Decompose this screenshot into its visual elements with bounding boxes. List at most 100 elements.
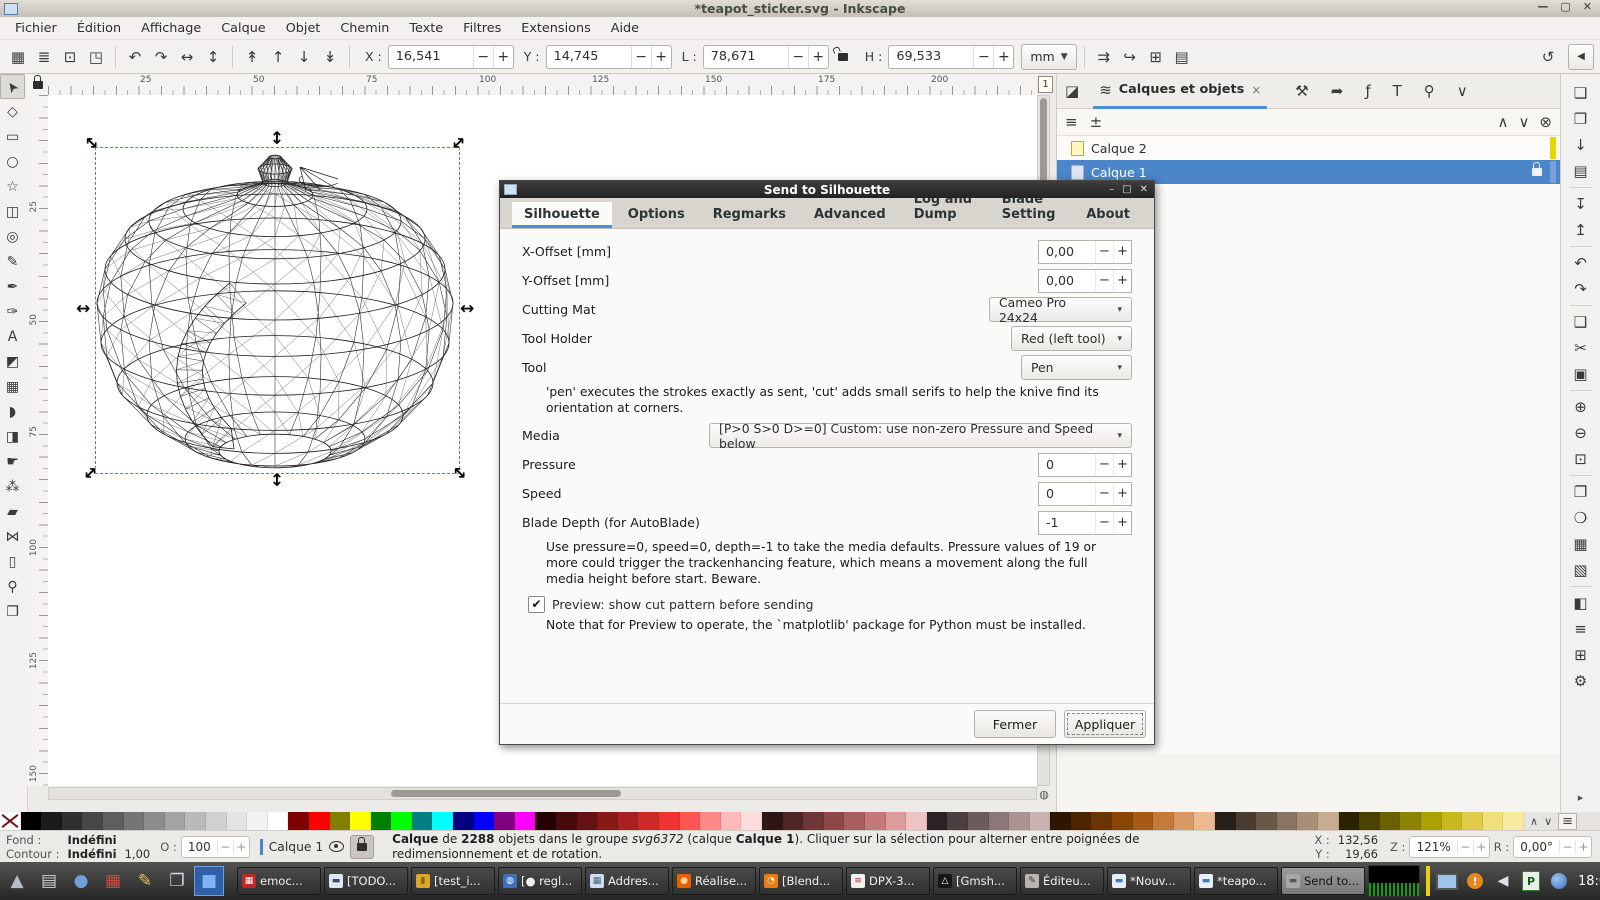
swatch-28[interactable] (597, 812, 618, 830)
swatch-51[interactable] (1071, 812, 1092, 830)
swatch-40[interactable] (844, 812, 865, 830)
swatch-57[interactable] (1194, 812, 1215, 830)
save-document-icon[interactable]: ↓ (1568, 132, 1594, 158)
mesh-gradient-tool[interactable]: ▦ (0, 374, 25, 399)
print-icon[interactable]: ▤ (1568, 158, 1594, 184)
dialog-spin-speed[interactable]: 0−+ (1038, 482, 1132, 506)
dialog-select-tool-holder[interactable]: Red (left tool)▾ (1011, 326, 1132, 351)
menu-chemin[interactable]: Chemin (331, 18, 398, 39)
selector-tool[interactable]: ➤ (0, 74, 25, 99)
clock[interactable]: 18:04 (1578, 874, 1600, 889)
swatch-50[interactable] (1050, 812, 1071, 830)
taskbar-window-button[interactable]: ◍[● regl... (498, 867, 582, 895)
spin-plus-button[interactable]: + (1113, 512, 1131, 534)
swatch-13[interactable] (288, 812, 309, 830)
swatch-33[interactable] (700, 812, 721, 830)
zoom-tool[interactable]: ⚲ (0, 574, 25, 599)
text-dialog-icon[interactable]: T (1393, 82, 1402, 100)
network-icon[interactable] (1548, 870, 1570, 892)
export-dialog-icon[interactable]: ➦ (1331, 82, 1344, 100)
swatch-22[interactable] (474, 812, 495, 830)
fill-value[interactable]: Indéfini (67, 833, 116, 847)
add-layer-icon[interactable]: ± (1090, 113, 1103, 131)
zoom-page-icon[interactable]: ⊡ (1568, 446, 1594, 472)
updates-warning-icon[interactable]: ! (1464, 870, 1486, 892)
swatch-65[interactable] (1359, 812, 1380, 830)
cpu-graph-applet[interactable] (1368, 865, 1420, 897)
fill-stroke-icon[interactable]: ◧ (1568, 590, 1594, 616)
unit-dropdown[interactable]: mm▼ (1021, 44, 1076, 70)
dialog-tab-silhouette[interactable]: Silhouette (512, 202, 612, 228)
swatch-61[interactable] (1277, 812, 1298, 830)
menu-calque[interactable]: Calque (212, 18, 274, 39)
swatch-18[interactable] (391, 812, 412, 830)
select-all-icon[interactable]: ▦ (6, 45, 30, 69)
pages-tool[interactable]: ▯ (0, 549, 25, 574)
spin-plus-button[interactable]: + (1113, 454, 1131, 476)
swatch-70[interactable] (1462, 812, 1483, 830)
swatch-63[interactable] (1318, 812, 1339, 830)
dialog-spin-blade-depth-for-autoblade-[interactable]: -1−+ (1038, 511, 1132, 535)
transform-corners-toggle[interactable]: ↪ (1118, 45, 1142, 69)
swatch-69[interactable] (1442, 812, 1463, 830)
swatch-none[interactable] (0, 812, 21, 830)
ellipse-tool[interactable]: ○ (0, 149, 25, 174)
transform-stroke-toggle[interactable]: ⇉ (1092, 45, 1116, 69)
taskbar-window-button[interactable]: ▬Send to... (1281, 867, 1365, 895)
dialog-select-media[interactable]: [P>0 S>0 D>=0] Custom: use non-zero Pres… (709, 423, 1132, 448)
palette-scroll-up-icon[interactable]: ∧ (1530, 815, 1538, 828)
dialog-select-cutting-mat[interactable]: Cameo Pro 24x24▾ (989, 297, 1132, 322)
swatch-72[interactable] (1503, 812, 1524, 830)
spin-minus-button[interactable]: − (1095, 270, 1113, 292)
spiral-tool[interactable]: ◎ (0, 224, 25, 249)
swatch-52[interactable] (1091, 812, 1112, 830)
page-number-badge[interactable]: 1 (1038, 76, 1053, 93)
swatch-44[interactable] (927, 812, 948, 830)
swatch-21[interactable] (453, 812, 474, 830)
layers-filter-icon[interactable]: ≡ (1065, 113, 1078, 131)
current-layer-selector[interactable]: Calque 1 (269, 840, 323, 854)
taskbar-window-button[interactable]: △[Gmsh... (933, 867, 1017, 895)
swatch-3[interactable] (82, 812, 103, 830)
group-icon[interactable]: ▦ (1568, 531, 1594, 557)
flip-horizontal-icon[interactable]: ↔ (175, 45, 199, 69)
wrench-icon[interactable]: ⚒ (1295, 82, 1308, 100)
width-field[interactable]: 78,671 − + (703, 45, 829, 69)
preferences-icon[interactable]: ⚙ (1568, 668, 1594, 694)
selection-handle-s[interactable]: ↔ (268, 472, 285, 486)
swatch-0[interactable] (21, 812, 42, 830)
rotate-cw-icon[interactable]: ↷ (149, 45, 173, 69)
dialog-maximize-button[interactable]: □ (1122, 184, 1131, 195)
preview-checkbox[interactable]: ✔ (528, 596, 545, 613)
taskbar-window-button[interactable]: ≡DPX-3... (846, 867, 930, 895)
color-managed-display-toggle[interactable]: ◍ (1037, 787, 1051, 801)
taskbar-window-button[interactable]: ▬*Nouv... (1107, 867, 1191, 895)
swatch-64[interactable] (1339, 812, 1360, 830)
cells-launcher[interactable]: ▦ (98, 866, 128, 896)
spin-plus-button[interactable]: + (1113, 483, 1131, 505)
swatch-5[interactable] (124, 812, 145, 830)
eraser-tool[interactable]: ▰ (0, 499, 25, 524)
calligraphy-tool[interactable]: ✑ (0, 299, 25, 324)
raise-to-top-icon[interactable]: ↟ (240, 45, 264, 69)
taskbar-window-button[interactable]: ◔[Blend... (759, 867, 843, 895)
dialog-tab-advanced[interactable]: Advanced (802, 202, 898, 228)
spin-plus-button[interactable]: + (1113, 241, 1131, 263)
swatch-17[interactable] (371, 812, 392, 830)
select-all-layers-icon[interactable]: ≣ (32, 45, 56, 69)
swatch-25[interactable] (535, 812, 556, 830)
paint-bucket-tool[interactable]: ◨ (0, 424, 25, 449)
tweak-tool[interactable]: ☛ (0, 449, 25, 474)
x-minus-button[interactable]: − (473, 46, 493, 68)
guides-lock[interactable] (27, 74, 49, 96)
cut-icon[interactable]: ✂ (1568, 335, 1594, 361)
swatch-60[interactable] (1256, 812, 1277, 830)
text-tool[interactable]: A (0, 324, 25, 349)
swatch-38[interactable] (803, 812, 824, 830)
duplicate-window-tool[interactable]: ❐ (0, 599, 25, 624)
panel-chevron-icon[interactable]: ∨ (1457, 82, 1468, 100)
swatch-32[interactable] (680, 812, 701, 830)
swatch-10[interactable] (227, 812, 248, 830)
menu-edition[interactable]: Édition (68, 18, 130, 39)
y-field[interactable]: 14,745 − + (546, 45, 672, 69)
